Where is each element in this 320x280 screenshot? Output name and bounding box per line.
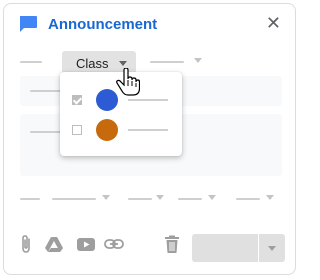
menu-item[interactable] — [60, 118, 182, 146]
dropdown-arrow-icon[interactable] — [102, 195, 110, 200]
placeholder-line — [150, 61, 184, 63]
announcement-icon — [20, 16, 37, 32]
dropdown-arrow-icon[interactable] — [156, 195, 164, 200]
link-icon[interactable] — [104, 234, 124, 254]
dialog-header: Announcement ✕ — [4, 4, 295, 44]
placeholder-line — [128, 198, 152, 200]
dropdown-arrow-icon[interactable] — [194, 58, 202, 63]
chevron-down-icon — [119, 61, 127, 66]
drive-icon[interactable] — [44, 234, 64, 254]
youtube-icon[interactable] — [76, 234, 96, 254]
dialog-title: Announcement — [48, 16, 158, 33]
trash-icon[interactable] — [162, 234, 182, 254]
checkbox-unchecked[interactable] — [72, 125, 82, 135]
placeholder-line — [52, 198, 96, 200]
placeholder-line — [20, 61, 42, 63]
placeholder-line — [128, 129, 168, 131]
placeholder-line — [128, 99, 168, 101]
post-button[interactable] — [192, 234, 258, 262]
class-color-dot — [96, 119, 118, 141]
class-color-dot — [96, 89, 118, 111]
chevron-down-icon — [268, 246, 276, 251]
dropdown-arrow-icon[interactable] — [266, 195, 274, 200]
dropdown-arrow-icon[interactable] — [208, 195, 216, 200]
attach-icon[interactable] — [16, 234, 36, 254]
close-icon[interactable]: ✕ — [266, 14, 281, 32]
announcement-dialog: Announcement ✕ Class — [3, 3, 296, 275]
checkbox-checked[interactable] — [72, 95, 82, 105]
placeholder-line — [236, 198, 260, 200]
placeholder-line — [20, 198, 40, 200]
class-select-label: Class — [76, 56, 109, 71]
placeholder-line — [178, 198, 202, 200]
post-options-button[interactable] — [259, 234, 285, 262]
hand-cursor-icon — [116, 68, 140, 96]
